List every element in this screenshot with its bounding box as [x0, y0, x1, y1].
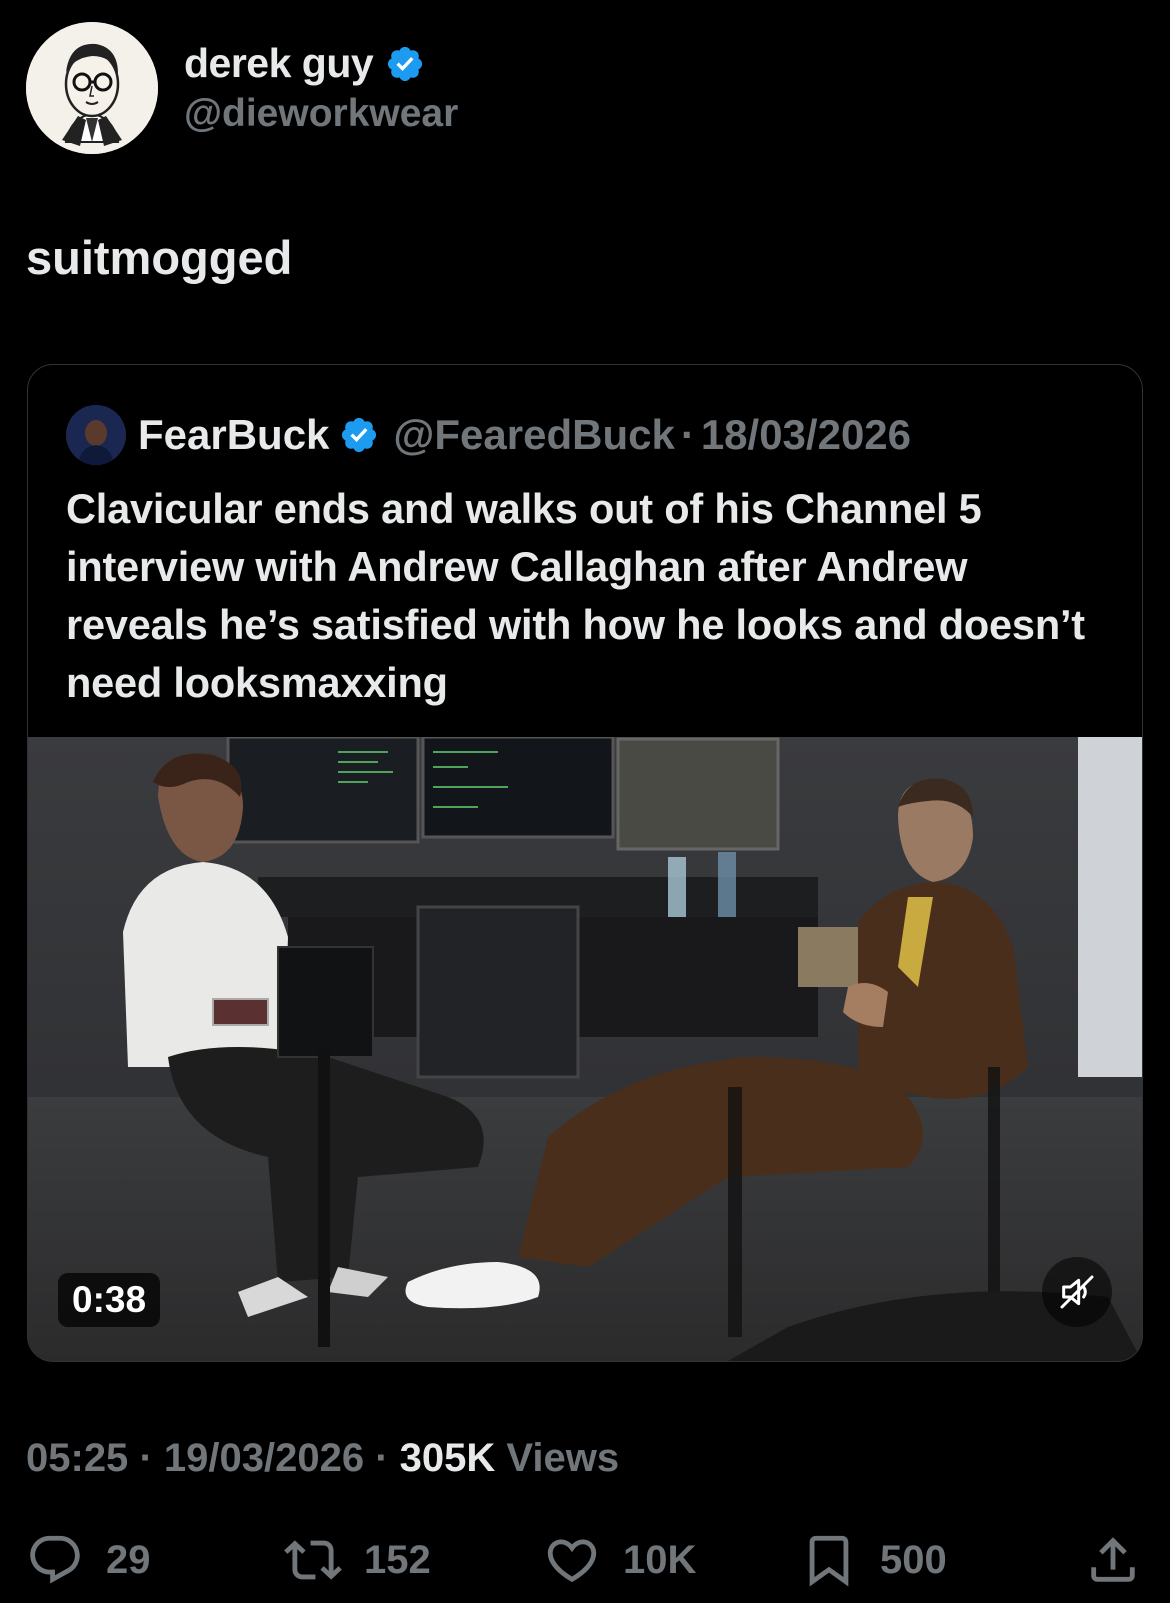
author-name-row: derek guy	[184, 40, 425, 87]
author-handle[interactable]: @dieworkwear	[184, 92, 458, 136]
video-duration-badge: 0:38	[58, 1273, 161, 1327]
quoted-date[interactable]: 18/03/2026	[701, 411, 911, 459]
quoted-tweet-text: Clavicular ends and walks out of his Cha…	[66, 485, 1085, 706]
video-player[interactable]: 0:38	[28, 737, 1142, 1361]
bookmark-button[interactable]: 500	[800, 1530, 947, 1590]
reply-icon	[30, 1535, 80, 1584]
quoted-tweet-header: FearBuck @FearedBuck · 18/03/2026	[66, 405, 911, 465]
repost-button[interactable]: 152	[284, 1530, 431, 1590]
tweet-date[interactable]: 19/03/2026	[164, 1436, 364, 1480]
repost-count: 152	[364, 1537, 431, 1582]
meta-separator-1: ·	[139, 1436, 153, 1480]
tweet-header: derek guy @dieworkwear	[26, 22, 1146, 156]
tweet-meta: 05:25 · 19/03/2026 · 305K Views	[26, 1436, 619, 1481]
reply-count: 29	[106, 1537, 151, 1582]
quoted-tweet-card[interactable]: FearBuck @FearedBuck · 18/03/2026 Clavic…	[27, 364, 1143, 1362]
speaker-muted-icon	[1060, 1275, 1094, 1309]
like-button[interactable]: 10K	[543, 1530, 696, 1590]
heart-icon	[547, 1539, 597, 1583]
author-avatar[interactable]	[26, 22, 158, 154]
action-bar: 29 152 10K 500	[0, 1530, 1170, 1590]
author-display-name[interactable]: derek guy	[184, 40, 374, 87]
quoted-author-avatar[interactable]	[66, 405, 126, 465]
repost-icon	[284, 1540, 342, 1580]
reply-button[interactable]: 29	[26, 1530, 151, 1590]
quoted-separator: ·	[680, 411, 695, 458]
meta-separator-2: ·	[375, 1436, 389, 1480]
quoted-avatar-illustration	[66, 405, 126, 465]
bookmark-icon	[809, 1535, 849, 1587]
bookmark-count: 500	[880, 1537, 947, 1582]
quoted-verified-badge-icon[interactable]	[339, 415, 379, 455]
share-button[interactable]	[1084, 1530, 1142, 1590]
views-label: Views	[506, 1436, 620, 1480]
share-icon	[1091, 1537, 1135, 1582]
views-count[interactable]: 305K	[400, 1436, 496, 1480]
quoted-handle[interactable]: @FearedBuck	[393, 411, 674, 459]
like-count: 10K	[623, 1537, 697, 1582]
verified-badge-icon[interactable]	[385, 44, 425, 84]
mute-toggle-button[interactable]	[1042, 1257, 1112, 1327]
author-avatar-illustration	[26, 22, 158, 154]
tweet-time[interactable]: 05:25	[26, 1436, 128, 1480]
video-frame	[28, 737, 1142, 1361]
quoted-display-name[interactable]: FearBuck	[138, 411, 329, 459]
tweet-text: suitmogged	[26, 231, 293, 284]
